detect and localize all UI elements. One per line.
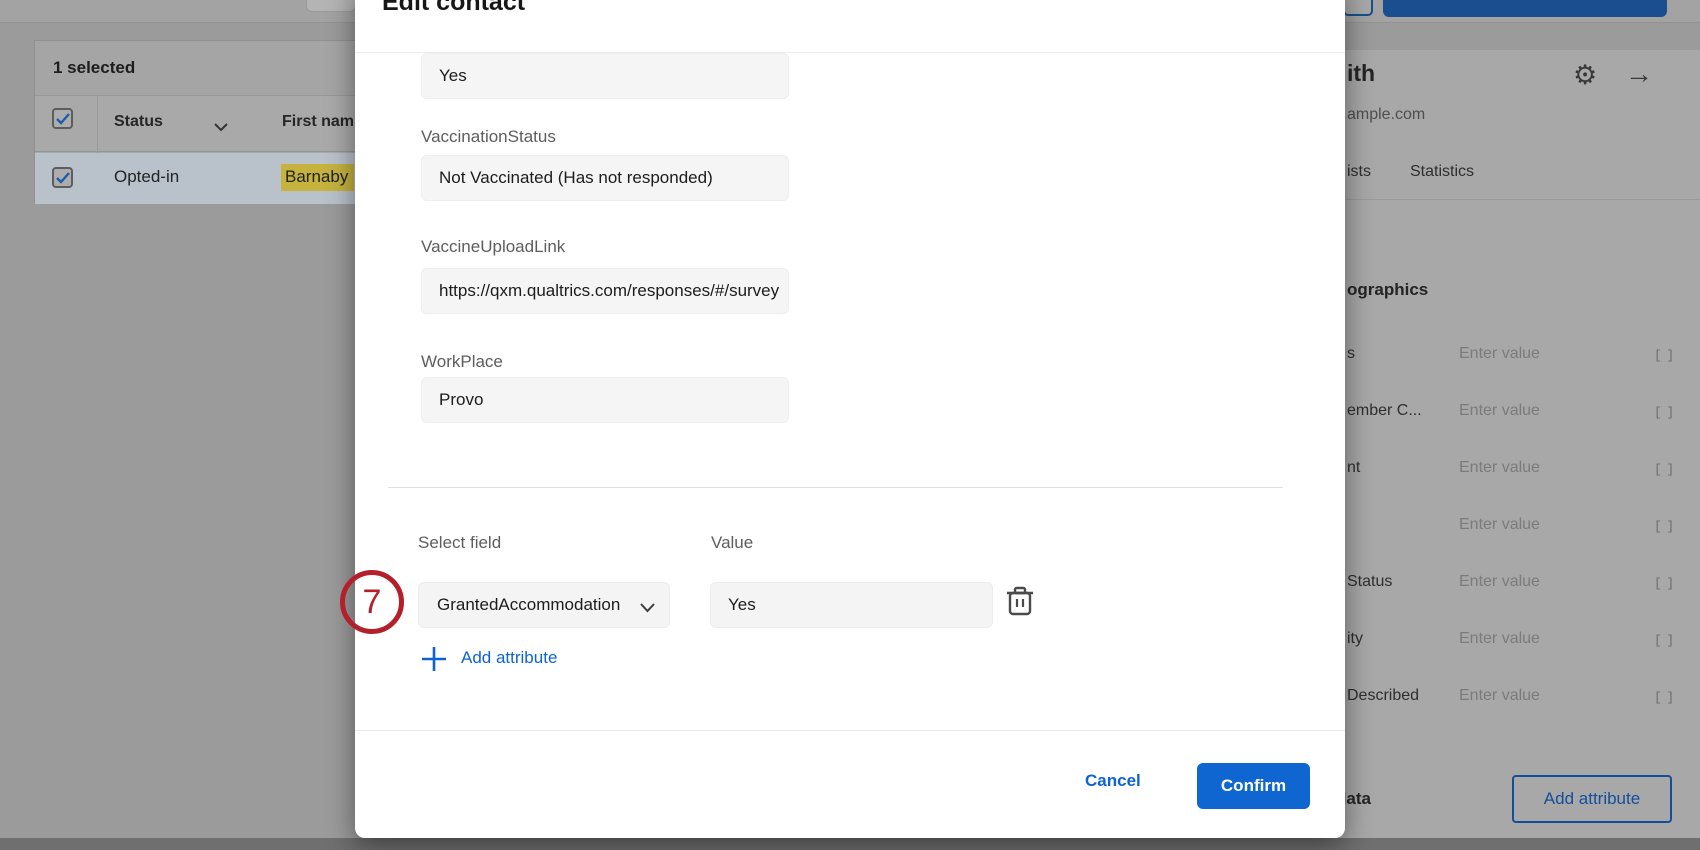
plus-icon [421,646,447,677]
field-value: Provo [439,390,483,410]
contacts-table: 1 selected Status First nam Opted-in Bar… [34,40,360,203]
dropdown-selected-value: GrantedAccommodation [437,595,620,615]
arrow-right-icon[interactable]: → [1625,60,1653,88]
brackets-icon[interactable]: [ ] [1654,690,1675,705]
field-value: Not Vaccinated (Has not responded) [439,168,713,188]
attribute-value-field[interactable]: Enter value [1459,687,1540,705]
row-status-value: Opted-in [114,167,179,187]
select-field-label: Select field [418,533,501,553]
attribute-value-field[interactable]: Enter value [1459,402,1540,420]
contact-name-fragment: ith [1347,60,1375,87]
select-all-checkbox[interactable] [52,108,73,129]
tab-bar-divider [1345,199,1700,200]
partial-secondary-button[interactable] [1343,0,1373,16]
brackets-icon[interactable]: [ ] [1654,633,1675,648]
attribute-label: Described [1347,687,1419,705]
brackets-icon[interactable]: [ ] [1654,519,1675,534]
partial-primary-button[interactable] [1383,0,1667,17]
annotation-circle-7: 7 [340,570,404,634]
brackets-icon[interactable]: [ ] [1654,576,1675,591]
attribute-label: Status [1347,573,1392,591]
gear-icon[interactable]: ⚙ [1573,62,1597,89]
selected-count: 1 selected [53,58,135,78]
bottom-page-edge [0,838,1700,850]
field-input[interactable]: Not Vaccinated (Has not responded) [421,155,789,201]
table-row[interactable]: Opted-in Barnaby [35,153,360,204]
brackets-icon[interactable]: [ ] [1654,462,1675,477]
field-value: https://qxm.qualtrics.com/responses/#/su… [439,281,779,301]
attribute-label: ity [1347,630,1363,648]
chevron-down-icon[interactable] [214,119,228,137]
select-field-dropdown[interactable]: GrantedAccommodation [418,582,670,628]
attribute-value-field[interactable]: Enter value [1459,573,1540,591]
field-input[interactable]: Yes [421,53,789,99]
add-attribute-label: Add attribute [461,648,557,668]
field-input[interactable]: https://qxm.qualtrics.com/responses/#/su… [421,268,789,314]
value-input-text: Yes [728,595,756,615]
annotation-number: 7 [363,583,382,622]
selection-toolbar: 1 selected [35,41,360,96]
value-label: Value [711,533,753,553]
field-label: VaccineUploadLink [421,237,565,257]
column-header-status[interactable]: Status [114,113,163,131]
section-divider [388,487,1283,488]
tab-statistics[interactable]: Statistics [1410,163,1474,181]
field-value: Yes [439,66,467,86]
row-checkbox[interactable] [52,167,73,188]
value-input[interactable]: Yes [710,582,993,628]
trash-icon[interactable] [1006,586,1034,616]
contact-email-fragment: ample.com [1347,106,1425,124]
panel-add-attribute-button[interactable]: Add attribute [1512,775,1672,823]
modal-title: Edit contact [382,0,525,17]
confirm-button[interactable]: Confirm [1197,763,1310,809]
edit-contact-modal: Edit contact Yes VaccinationStatus Not V… [355,0,1345,838]
chevron-down-icon [640,600,655,618]
attribute-value-field[interactable]: Enter value [1459,345,1540,363]
brackets-icon[interactable]: [ ] [1654,405,1675,420]
field-label: VaccinationStatus [421,127,556,147]
modal-footer-divider [355,730,1345,731]
field-input[interactable]: Provo [421,377,789,423]
attribute-label: nt [1347,459,1360,477]
attribute-label: s [1347,345,1355,363]
tab-lists-fragment[interactable]: ists [1347,163,1371,181]
cancel-button[interactable]: Cancel [1085,771,1141,791]
attribute-value-field[interactable]: Enter value [1459,516,1540,534]
attribute-value-field[interactable]: Enter value [1459,459,1540,477]
attribute-label: ember C... [1347,402,1422,420]
row-first-name-highlighted: Barnaby [281,164,354,191]
partial-toolbar-button [306,0,356,12]
screen: 1 selected Status First nam Opted-in Bar… [0,0,1700,850]
column-header-first-name[interactable]: First nam [282,113,354,131]
section-demographics-fragment: ographics [1347,280,1428,300]
field-label: WorkPlace [421,352,503,372]
attribute-value-field[interactable]: Enter value [1459,630,1540,648]
brackets-icon[interactable]: [ ] [1654,348,1675,363]
